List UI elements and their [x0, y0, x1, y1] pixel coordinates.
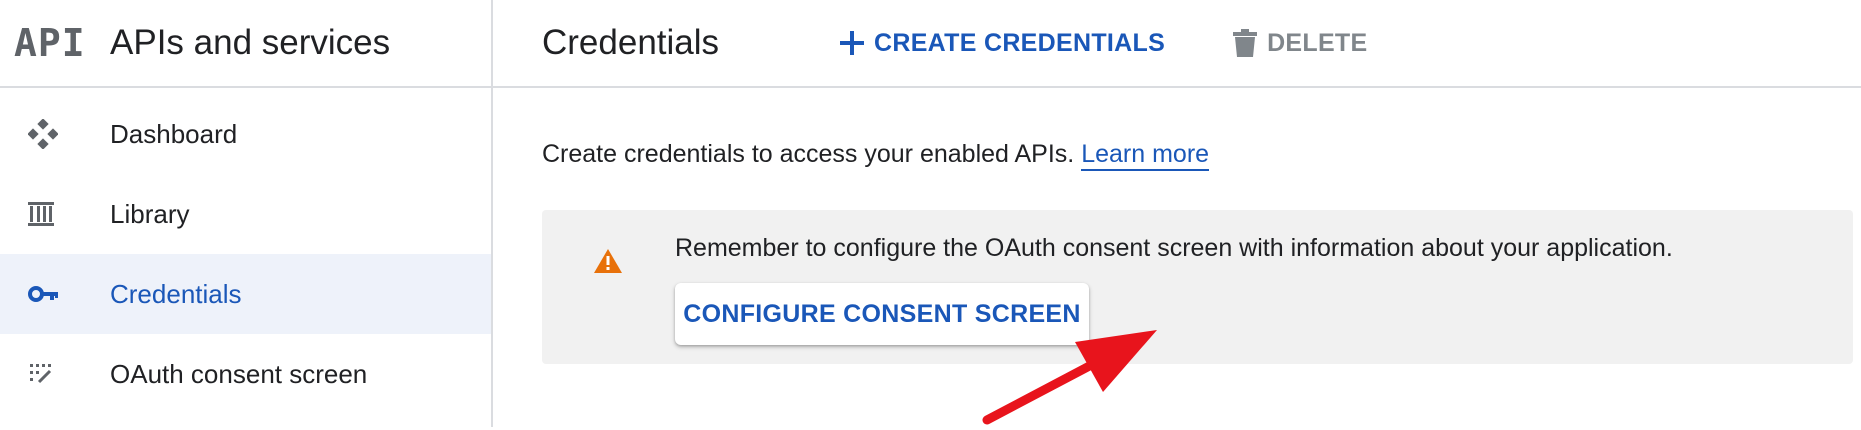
api-logo: API — [14, 21, 86, 65]
page-header: Credentials CREATE CREDENTIALS DELETE — [493, 0, 1861, 88]
sidebar-item-label: Dashboard — [110, 118, 238, 149]
brand-header: API APIs and services — [0, 0, 491, 88]
delete-button[interactable]: DELETE — [1233, 29, 1367, 58]
create-credentials-label: CREATE CREDENTIALS — [874, 28, 1166, 57]
plus-icon — [840, 31, 864, 55]
consent-notice-banner: Remember to configure the OAuth consent … — [542, 210, 1853, 364]
sidebar-item-library[interactable]: Library — [0, 174, 491, 254]
consent-icon — [0, 361, 110, 387]
sidebar-item-oauth-consent[interactable]: OAuth consent screen — [0, 334, 491, 414]
sidebar-nav: Dashboard Library Credentials OAuth cons… — [0, 88, 491, 414]
main-content: Credentials CREATE CREDENTIALS DELETE Cr… — [493, 0, 1861, 427]
library-icon — [0, 200, 110, 228]
intro-text: Create credentials to access your enable… — [542, 140, 1075, 168]
sidebar-item-label: Credentials — [110, 278, 242, 309]
warning-icon — [593, 248, 623, 279]
learn-more-link[interactable]: Learn more — [1081, 140, 1210, 171]
delete-label: DELETE — [1267, 28, 1368, 57]
key-icon — [0, 284, 110, 304]
create-credentials-button[interactable]: CREATE CREDENTIALS — [840, 29, 1165, 58]
sidebar-item-label: Library — [110, 198, 190, 229]
dashboard-icon — [0, 119, 110, 149]
page-title: Credentials — [542, 23, 720, 62]
product-title: APIs and services — [110, 23, 391, 62]
sidebar-item-dashboard[interactable]: Dashboard — [0, 94, 491, 174]
sidebar-item-credentials[interactable]: Credentials — [0, 254, 491, 334]
intro-text-row: Create credentials to access your enable… — [542, 140, 1210, 171]
sidebar: API APIs and services Dashboard Library … — [0, 0, 493, 427]
trash-icon — [1233, 29, 1258, 57]
annotation-arrow — [982, 330, 1157, 425]
notice-message: Remember to configure the OAuth consent … — [675, 234, 1673, 262]
sidebar-item-label: OAuth consent screen — [110, 358, 368, 389]
